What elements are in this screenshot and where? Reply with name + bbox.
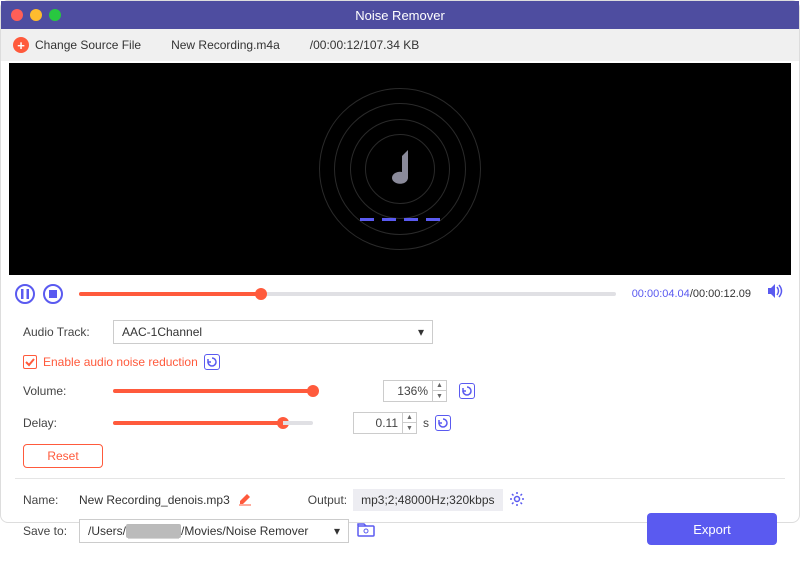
total-time: 00:00:12.09 bbox=[693, 288, 751, 300]
volume-value: 136% bbox=[384, 385, 432, 397]
reset-button[interactable]: Reset bbox=[23, 444, 103, 468]
audio-track-value: AAC-1Channel bbox=[122, 326, 202, 338]
preview-area bbox=[9, 63, 791, 275]
delay-slider[interactable] bbox=[113, 421, 283, 425]
equalizer-icon bbox=[360, 218, 440, 221]
folder-icon[interactable] bbox=[357, 523, 375, 540]
options-panel: Audio Track: AAC-1Channel ▾ Enable audio… bbox=[1, 312, 799, 468]
volume-label: Volume: bbox=[23, 385, 113, 397]
volume-slider[interactable] bbox=[113, 389, 313, 393]
save-path-value: /Users/██████/Movies/Noise Remover bbox=[88, 524, 308, 538]
source-info: /00:00:12/107.34 KB bbox=[310, 38, 419, 52]
pause-button[interactable] bbox=[15, 284, 35, 304]
footer-panel: Name: New Recording_denois.mp3 Output: m… bbox=[1, 485, 799, 561]
pencil-icon[interactable] bbox=[238, 492, 252, 509]
delay-unit: s bbox=[423, 417, 429, 429]
seek-slider[interactable] bbox=[79, 292, 616, 296]
window-maximize-button[interactable] bbox=[49, 9, 61, 21]
delay-label: Delay: bbox=[23, 417, 113, 429]
chevron-down-icon: ▾ bbox=[418, 326, 424, 338]
restore-icon[interactable] bbox=[204, 354, 220, 370]
export-button[interactable]: Export bbox=[647, 513, 777, 545]
volume-restore-icon[interactable] bbox=[459, 383, 475, 399]
audio-visual-disc bbox=[320, 89, 480, 249]
audio-track-label: Audio Track: bbox=[23, 326, 113, 338]
window-close-button[interactable] bbox=[11, 9, 23, 21]
audio-track-select[interactable]: AAC-1Channel ▾ bbox=[113, 320, 433, 344]
gear-icon[interactable] bbox=[509, 491, 525, 510]
delay-restore-icon[interactable] bbox=[435, 415, 451, 431]
delay-stepper[interactable]: 0.11 ▲▼ bbox=[353, 412, 417, 434]
delay-up-icon[interactable]: ▲ bbox=[403, 413, 416, 423]
volume-down-icon[interactable]: ▼ bbox=[433, 391, 446, 401]
window-minimize-button[interactable] bbox=[30, 9, 42, 21]
name-label: Name: bbox=[23, 493, 79, 507]
transport-bar: 00:00:04.04/00:00:12.09 bbox=[1, 275, 799, 312]
plus-icon: + bbox=[13, 37, 29, 53]
music-note-icon bbox=[380, 144, 420, 194]
output-name-value: New Recording_denois.mp3 bbox=[79, 493, 230, 507]
chevron-down-icon: ▾ bbox=[334, 524, 340, 538]
enable-noise-label: Enable audio noise reduction bbox=[43, 356, 198, 368]
delay-value: 0.11 bbox=[354, 417, 402, 429]
window-title: Noise Remover bbox=[355, 8, 445, 23]
output-format-value: mp3;2;48000Hz;320kbps bbox=[353, 489, 502, 511]
volume-icon[interactable] bbox=[767, 283, 785, 304]
delay-down-icon[interactable]: ▼ bbox=[403, 423, 416, 433]
current-time: 00:00:04.04 bbox=[632, 288, 690, 300]
source-filename: New Recording.m4a bbox=[171, 38, 280, 52]
volume-up-icon[interactable]: ▲ bbox=[433, 381, 446, 391]
save-to-label: Save to: bbox=[23, 524, 79, 538]
titlebar: Noise Remover bbox=[1, 1, 799, 29]
change-source-label: Change Source File bbox=[35, 38, 141, 52]
change-source-button[interactable]: + Change Source File bbox=[13, 37, 141, 53]
divider bbox=[15, 478, 785, 479]
enable-noise-checkbox[interactable] bbox=[23, 355, 37, 369]
stop-button[interactable] bbox=[43, 284, 63, 304]
source-bar: + Change Source File New Recording.m4a /… bbox=[1, 29, 799, 61]
volume-stepper[interactable]: 136% ▲▼ bbox=[383, 380, 447, 402]
output-label: Output: bbox=[308, 493, 347, 507]
time-display: 00:00:04.04/00:00:12.09 bbox=[632, 288, 751, 300]
